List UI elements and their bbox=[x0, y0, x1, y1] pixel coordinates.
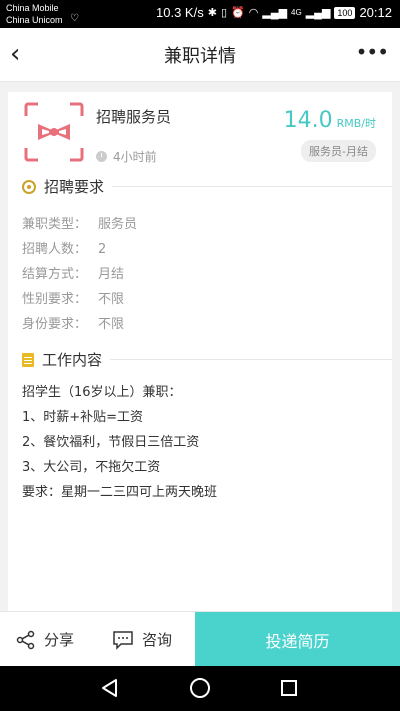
posted-time-text: 4小时前 bbox=[113, 150, 157, 164]
requirement-value: 月结 bbox=[98, 267, 125, 282]
requirement-value: 不限 bbox=[98, 317, 125, 332]
requirement-value: 2 bbox=[98, 242, 107, 257]
share-icon bbox=[16, 630, 35, 649]
chat-icon bbox=[113, 630, 133, 650]
requirement-key: 身份要求： bbox=[22, 317, 88, 332]
job-logo-icon bbox=[24, 102, 84, 162]
work-content-line: 2、餐饮福利，节假日三倍工资 bbox=[22, 435, 200, 450]
more-icon[interactable]: ••• bbox=[356, 42, 389, 62]
divider bbox=[110, 359, 392, 360]
system-recents-icon[interactable] bbox=[281, 680, 297, 696]
carrier-1: China Mobile bbox=[6, 3, 59, 13]
work-content-line: 3、大公司，不拖欠工资 bbox=[22, 460, 161, 475]
document-icon bbox=[22, 352, 34, 367]
consult-label: 咨询 bbox=[142, 631, 173, 649]
requirement-row: 兼职类型： 服务员 bbox=[22, 212, 137, 237]
signal-icon-2: ▂▄▆ bbox=[305, 7, 331, 19]
carrier-info: China Mobile China Unicom bbox=[6, 2, 63, 26]
work-content-title: 工作内容 bbox=[42, 351, 103, 369]
job-title: 招聘服务员 bbox=[96, 108, 172, 126]
work-content-line: 1、时薪+补贴=工资 bbox=[22, 410, 144, 425]
requirement-value: 服务员 bbox=[98, 217, 138, 232]
nav-bar: ‹ 兼职详情 ••• bbox=[0, 28, 400, 82]
job-tag: 服务员-月结 bbox=[301, 140, 376, 162]
status-indicators: 10.3 K/s ✱ ▯ ⏰ ◠ ▂▄▆ 4G ▂▄▆ 100 20:12 bbox=[156, 5, 392, 20]
posted-time: 4小时前 bbox=[96, 148, 157, 165]
status-bar: China Mobile China Unicom ♡ 10.3 K/s ✱ ▯… bbox=[0, 0, 400, 28]
requirement-row: 招聘人数： 2 bbox=[22, 237, 137, 262]
work-content: 招学生（16岁以上）兼职： 1、时薪+补贴=工资 2、餐饮福利，节假日三倍工资 … bbox=[22, 380, 217, 505]
battery-icon: 100 bbox=[334, 6, 356, 19]
bluetooth-icon: ✱ bbox=[207, 7, 217, 19]
target-icon bbox=[22, 179, 36, 194]
bottom-action-bar: 分享 咨询 投递简历 bbox=[0, 611, 400, 667]
page-title: 兼职详情 bbox=[164, 46, 236, 67]
requirement-key: 结算方式： bbox=[22, 267, 88, 282]
requirement-key: 性别要求： bbox=[22, 292, 88, 307]
share-label: 分享 bbox=[44, 631, 75, 649]
network-speed: 10.3 K/s bbox=[156, 5, 204, 20]
submit-resume-button[interactable]: 投递简历 bbox=[195, 612, 400, 667]
wifi-icon: ◠ bbox=[248, 7, 259, 19]
requirement-row: 身份要求： 不限 bbox=[22, 312, 137, 337]
requirements-header: 招聘要求 bbox=[22, 176, 392, 197]
health-icon: ♡ bbox=[70, 13, 79, 24]
salary: 14.0 RMB/时 bbox=[284, 108, 376, 133]
salary-value: 14.0 bbox=[283, 108, 333, 133]
work-content-line: 招学生（16岁以上）兼职： bbox=[22, 385, 182, 400]
signal-icon: ▂▄▆ bbox=[262, 7, 288, 19]
consult-button[interactable]: 咨询 bbox=[112, 612, 172, 667]
requirement-row: 结算方式： 月结 bbox=[22, 262, 137, 287]
requirements-list: 兼职类型： 服务员 招聘人数： 2 结算方式： 月结 性别要求： 不限 身份要求… bbox=[22, 212, 137, 337]
work-content-header: 工作内容 bbox=[22, 349, 392, 370]
requirement-key: 招聘人数： bbox=[22, 242, 88, 257]
requirements-title: 招聘要求 bbox=[44, 178, 105, 196]
status-time: 20:12 bbox=[359, 5, 392, 20]
divider bbox=[112, 186, 392, 187]
clock-icon bbox=[96, 151, 107, 162]
network-type: 4G bbox=[291, 8, 302, 17]
salary-unit: RMB/时 bbox=[336, 117, 376, 130]
system-home-icon[interactable] bbox=[190, 678, 210, 698]
carrier-2: China Unicom bbox=[6, 15, 63, 25]
requirement-key: 兼职类型： bbox=[22, 217, 88, 232]
share-button[interactable]: 分享 bbox=[16, 612, 74, 667]
requirement-row: 性别要求： 不限 bbox=[22, 287, 137, 312]
system-back-icon[interactable] bbox=[100, 678, 120, 698]
job-detail-card: 招聘服务员 4小时前 14.0 RMB/时 服务员-月结 招聘要求 兼职类型： … bbox=[8, 92, 392, 611]
system-nav-bar bbox=[0, 666, 400, 711]
requirement-value: 不限 bbox=[98, 292, 125, 307]
work-content-line: 要求：星期一二三四可上两天晚班 bbox=[22, 485, 218, 500]
alarm-icon: ⏰ bbox=[231, 7, 245, 19]
vibrate-icon: ▯ bbox=[220, 7, 227, 19]
